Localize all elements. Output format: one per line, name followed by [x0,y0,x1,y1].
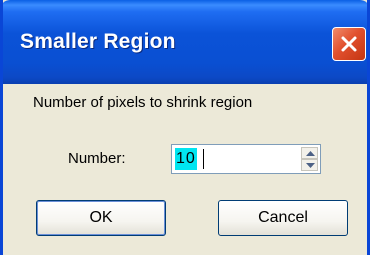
title-bar[interactable]: Smaller Region [3,0,367,84]
dialog-window: Smaller Region Number of pixels to shrin… [0,0,370,255]
cancel-button[interactable]: Cancel [218,200,348,236]
window-title: Smaller Region [20,30,176,53]
text-caret [203,149,204,169]
number-label: Number: [68,150,126,167]
close-icon [341,36,357,52]
dialog-content: Number of pixels to shrink region Number… [3,84,367,255]
number-input[interactable]: 10 [175,148,197,170]
spin-up-button[interactable] [301,147,318,159]
number-spinner[interactable]: 10 [171,144,321,174]
spin-up-arrow-icon [306,151,315,156]
spin-buttons [301,147,318,171]
close-button[interactable] [332,27,366,61]
spin-down-arrow-icon [306,163,315,168]
prompt-label: Number of pixels to shrink region [33,94,253,111]
ok-button[interactable]: OK [36,200,166,236]
spin-down-button[interactable] [301,159,318,171]
